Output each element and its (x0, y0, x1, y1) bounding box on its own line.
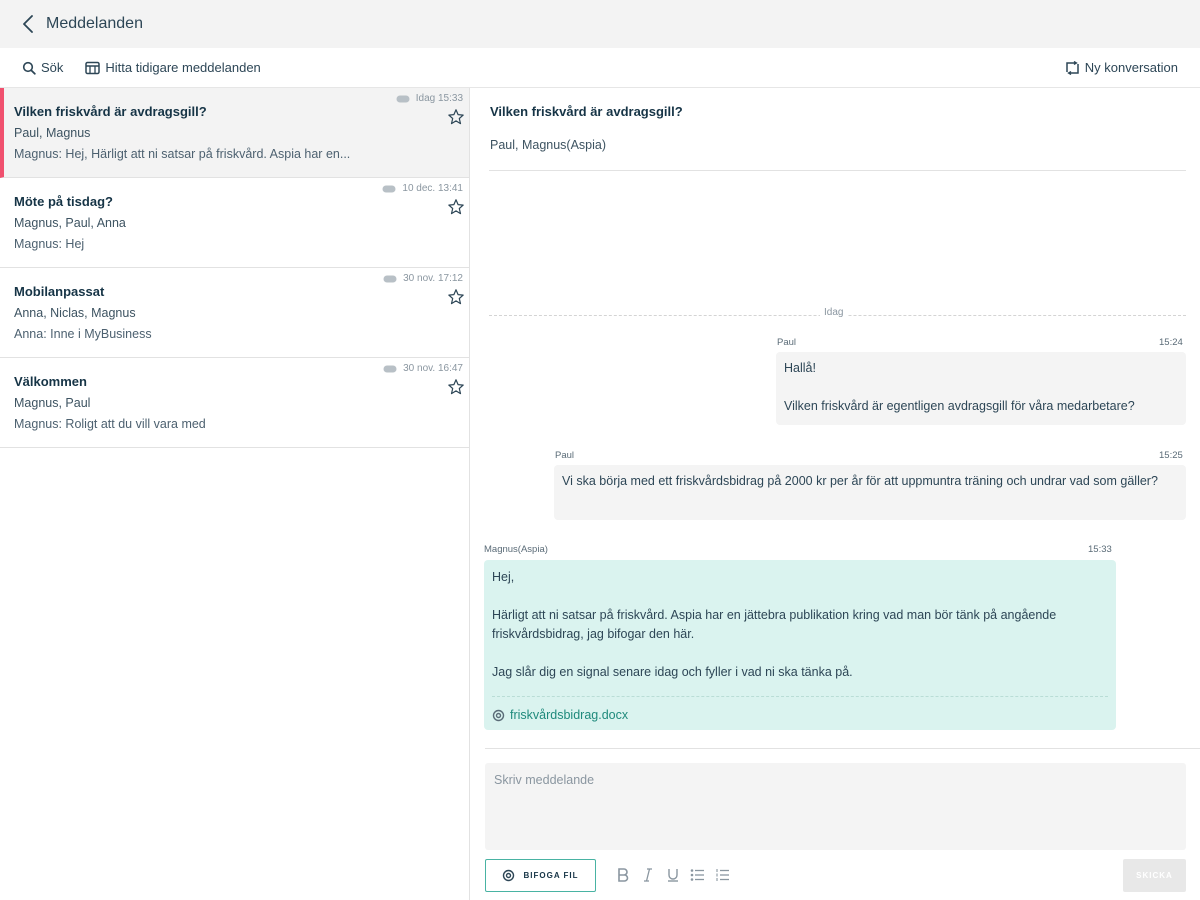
message-time: 15:24 (1159, 337, 1183, 348)
message-text: Hallå! (784, 361, 816, 375)
conversation-item[interactable]: Idag 15:33 Vilken friskvård är avdragsgi… (0, 88, 469, 178)
message-count-icon (383, 275, 397, 282)
star-icon[interactable] (447, 198, 465, 216)
message-bubble: Hej, Härligt att ni satsar på friskvård.… (484, 560, 1116, 730)
message-text: Vilken friskvård är egentligen avdragsgi… (784, 399, 1135, 413)
thread-subject: Vilken friskvård är avdragsgill? (490, 104, 683, 119)
conversation-participants: Magnus, Paul (14, 396, 91, 410)
message-text: Härligt att ni satsar på friskvård. Aspi… (492, 608, 1057, 641)
message-sender: Magnus(Aspia) (484, 544, 548, 555)
star-icon[interactable] (447, 288, 465, 306)
conversation-preview: Magnus: Hej (14, 237, 85, 251)
numbered-list-button[interactable] (714, 867, 730, 883)
star-icon[interactable] (447, 378, 465, 396)
italic-button[interactable] (640, 867, 656, 883)
conversation-subject: Mobilanpassat (14, 284, 105, 299)
message-sender: Paul (777, 337, 797, 348)
message-bubble: Vi ska börja med ett friskvårdsbidrag på… (554, 465, 1186, 520)
new-conversation-label: Ny konversation (1084, 60, 1178, 75)
attach-file-label: BIFOGA FIL (523, 871, 579, 880)
message-time: 15:25 (1159, 450, 1183, 461)
day-label: Idag (820, 307, 848, 318)
conversation-participants: Paul, Magnus (14, 126, 91, 140)
new-conversation-button[interactable]: Ny konversation (1065, 60, 1178, 75)
conversation-participants: Magnus, Paul, Anna (14, 216, 126, 230)
italic-icon (644, 868, 652, 882)
conversation-preview: Magnus: Hej, Härligt att ni satsar på fr… (14, 147, 351, 161)
conversation-header: Vilken friskvård är avdragsgill? Paul, M… (489, 88, 1186, 171)
attach-file-button[interactable]: BIFOGA FIL (485, 859, 596, 892)
bulleted-list-button[interactable] (689, 867, 705, 883)
bold-icon (618, 868, 629, 882)
paperclip-icon (492, 709, 505, 722)
message-bubble: Hallå! Vilken friskvård är egentligen av… (776, 352, 1186, 425)
find-earlier-messages-label: Hitta tidigare meddelanden (105, 60, 261, 75)
composer-divider (485, 748, 1200, 749)
chevron-left-icon (23, 15, 33, 33)
bulleted-list-icon (690, 869, 704, 881)
toolbar: Sök Hitta tidigare meddelanden Ny konver… (0, 48, 1200, 88)
conversation-subject: Vilken friskvård är avdragsgill? (14, 104, 207, 119)
conversation-item[interactable]: 10 dec. 13:41 Möte på tisdag? Magnus, Pa… (0, 178, 469, 268)
conversation-date: 10 dec. 13:41 (382, 183, 463, 194)
conversation-date: 30 nov. 16:47 (383, 363, 463, 374)
new-conversation-icon (1066, 60, 1079, 75)
message-text: Vi ska börja med ett friskvårdsbidrag på… (562, 474, 1158, 488)
attachment-link[interactable]: friskvårdsbidrag.docx (492, 706, 628, 725)
conversation-date: Idag 15:33 (396, 93, 463, 104)
bold-button[interactable] (615, 867, 631, 883)
message-count-icon (382, 185, 396, 192)
conversation-participants: Anna, Niclas, Magnus (14, 306, 136, 320)
conversation-item[interactable]: 30 nov. 16:47 Välkommen Magnus, Paul Mag… (0, 358, 469, 448)
page-title: Meddelanden (46, 15, 143, 32)
conversation-panel: Vilken friskvård är avdragsgill? Paul, M… (471, 88, 1200, 900)
send-button[interactable]: SKICKA (1123, 859, 1186, 892)
message-text: Hej, (492, 570, 515, 584)
conversation-preview: Anna: Inne i MyBusiness (14, 327, 152, 341)
underline-icon (668, 869, 678, 882)
conversation-item[interactable]: 30 nov. 17:12 Mobilanpassat Anna, Niclas… (0, 268, 469, 358)
archive-icon (85, 61, 101, 74)
paperclip-icon (503, 869, 515, 882)
search-icon (22, 61, 36, 75)
conversation-preview: Magnus: Roligt att du vill vara med (14, 417, 206, 431)
attachment-divider (492, 696, 1108, 697)
conversation-list: Idag 15:33 Vilken friskvård är avdragsgi… (0, 88, 470, 900)
message-text: Jag slår dig en signal senare idag och f… (492, 665, 853, 679)
back-button[interactable] (14, 10, 42, 38)
search-button[interactable]: Sök (22, 60, 63, 75)
find-earlier-messages-button[interactable]: Hitta tidigare meddelanden (85, 60, 261, 75)
message-input[interactable] (485, 763, 1186, 850)
numbered-list-icon (715, 869, 729, 881)
message-count-icon (396, 95, 410, 102)
conversation-subject: Möte på tisdag? (14, 194, 113, 209)
message-time: 15:33 (1088, 544, 1112, 555)
star-icon[interactable] (447, 108, 465, 126)
attachment-filename: friskvårdsbidrag.docx (510, 708, 629, 722)
conversation-date: 30 nov. 17:12 (383, 273, 463, 284)
underline-button[interactable] (665, 867, 681, 883)
top-bar: Meddelanden (0, 0, 1200, 48)
message-sender: Paul (555, 450, 575, 461)
message-count-icon (383, 365, 397, 372)
search-label: Sök (41, 60, 64, 75)
thread-participants: Paul, Magnus(Aspia) (490, 138, 607, 152)
conversation-subject: Välkommen (14, 374, 87, 389)
